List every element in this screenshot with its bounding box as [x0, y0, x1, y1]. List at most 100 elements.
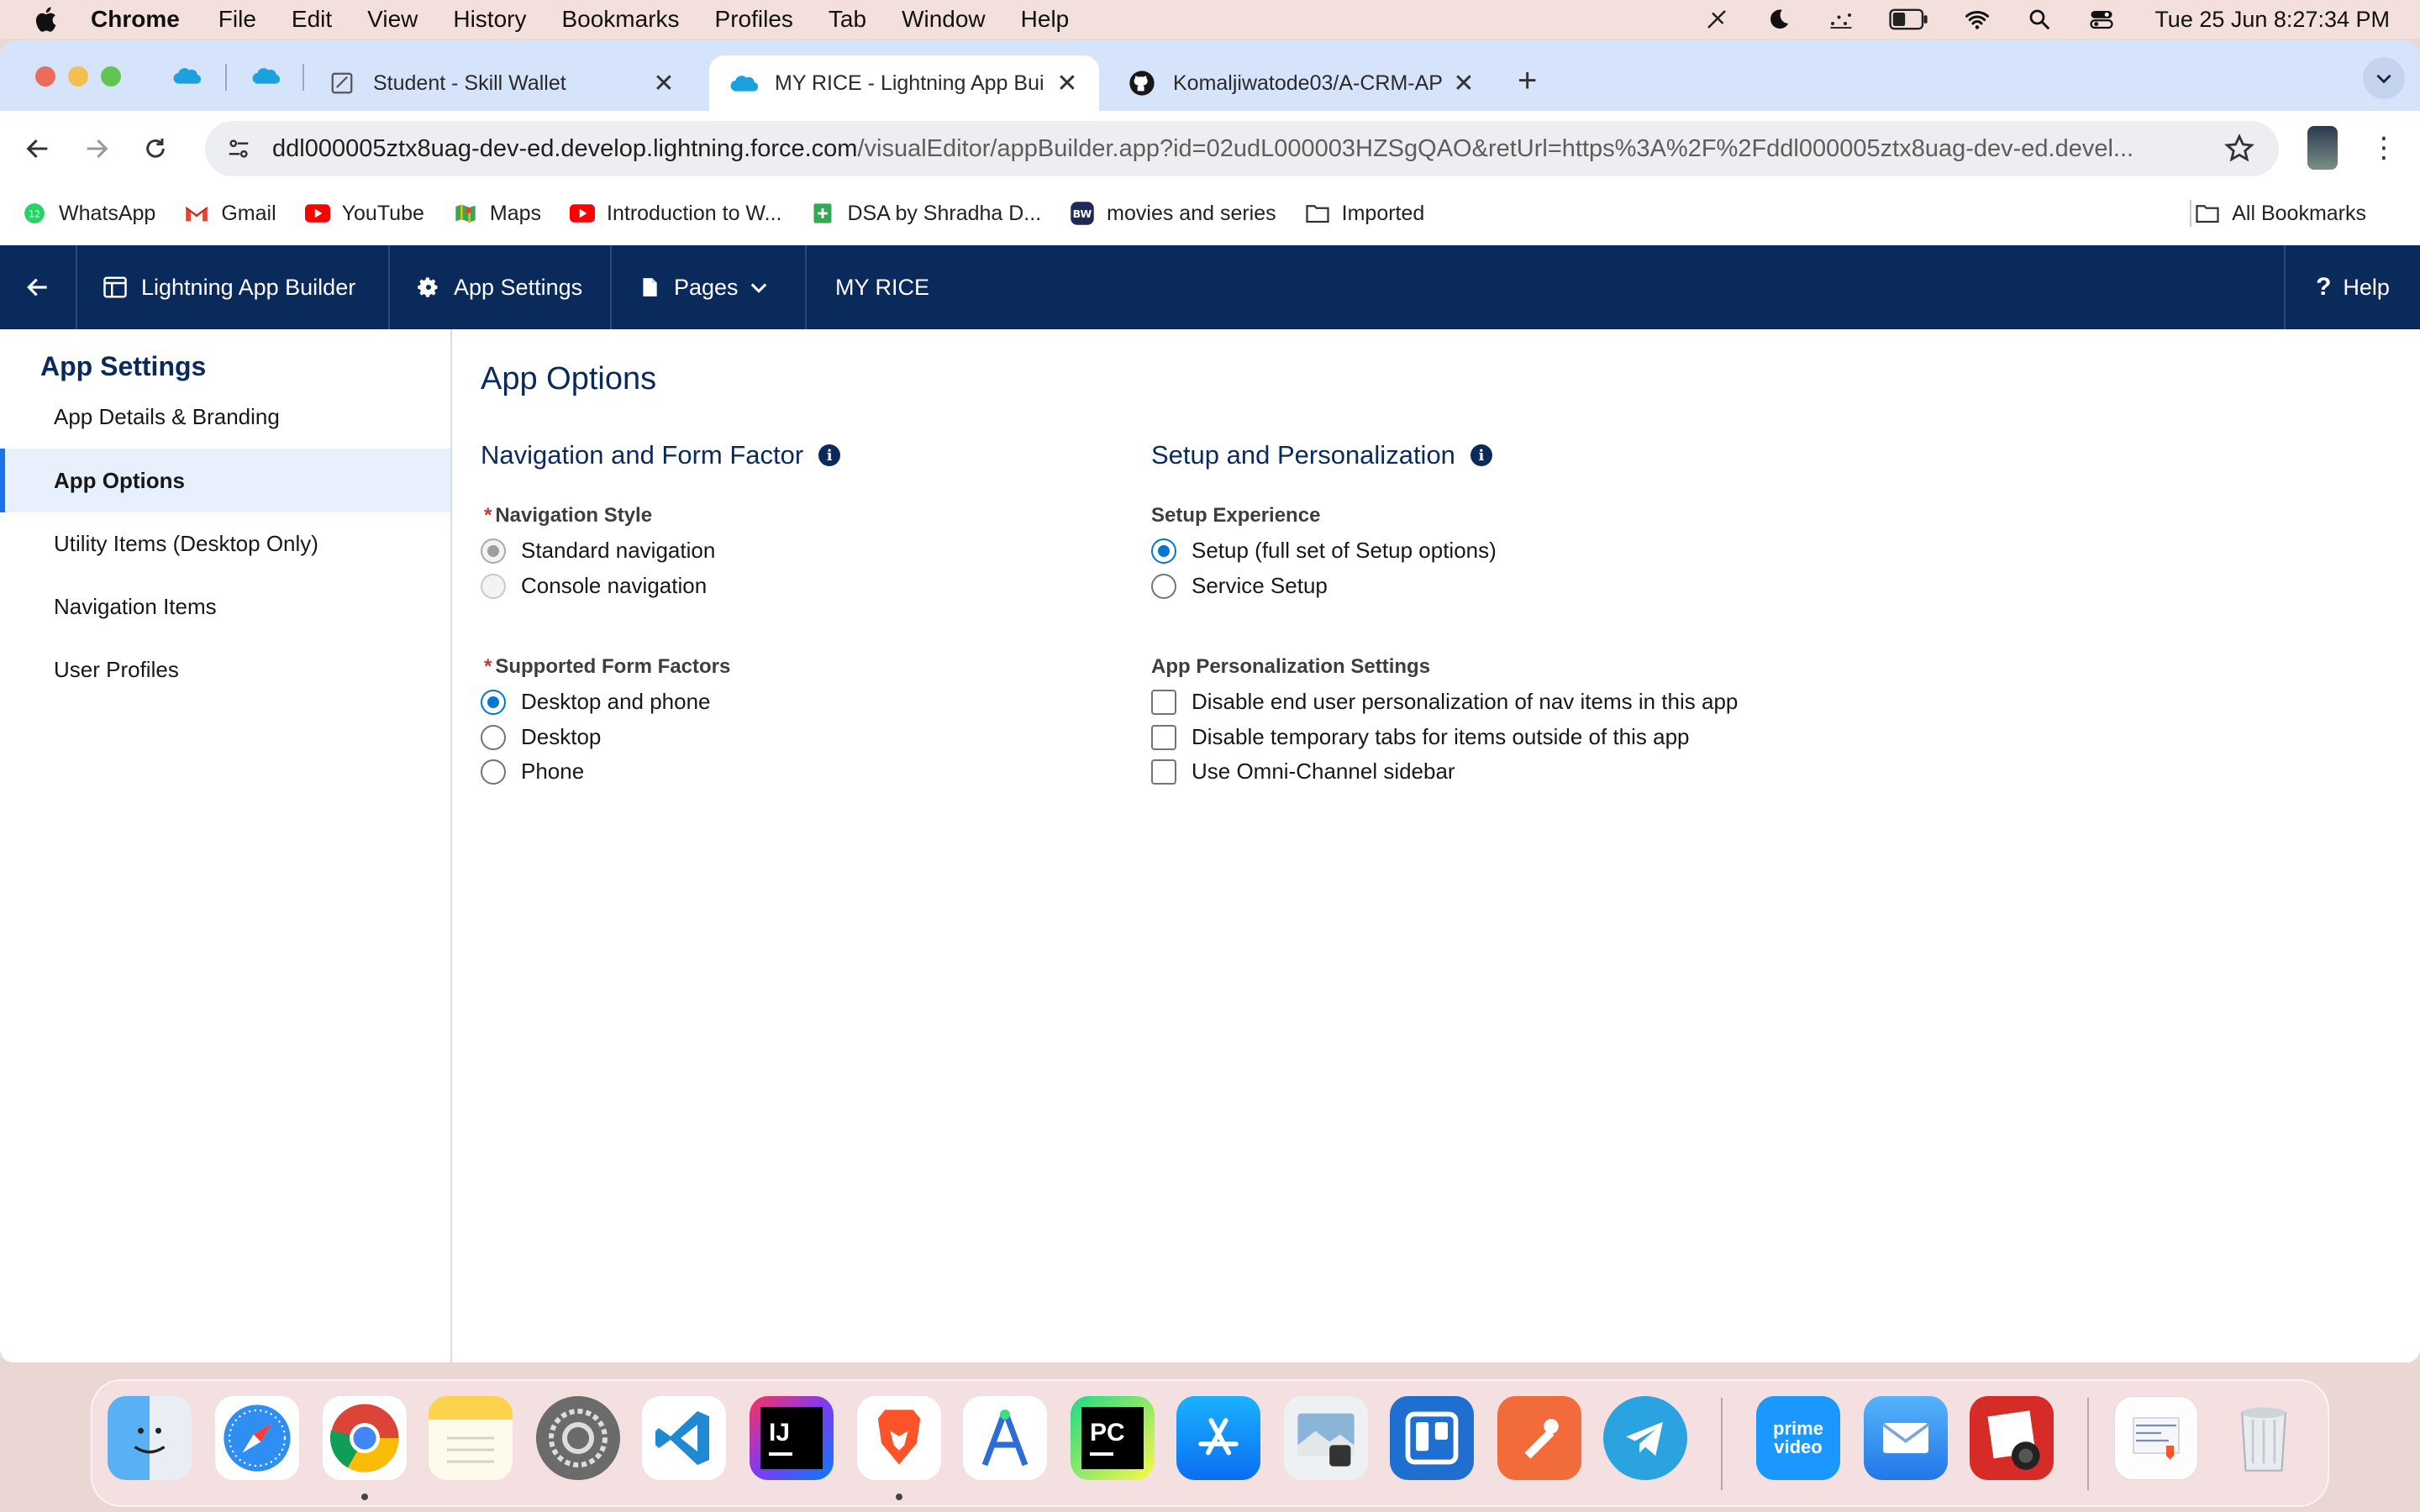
dock-vscode-icon[interactable] [642, 1396, 726, 1480]
bookmark-introduction[interactable]: Introduction to W... [570, 201, 781, 226]
info-icon[interactable]: i [818, 444, 841, 466]
bookmark-movies[interactable]: BW movies and series [1070, 201, 1276, 226]
address-bar[interactable]: ddl000005ztx8uag-dev-ed.develop.lightnin… [205, 121, 2279, 176]
tab-close-icon[interactable]: ✕ [1055, 69, 1079, 98]
checkbox-disable-temporary-tabs[interactable]: Disable temporary tabs for items outside… [1151, 724, 1690, 750]
checkbox-disable-nav-personalization[interactable]: Disable end user personalization of nav … [1151, 689, 1738, 715]
tab-search-button[interactable] [2363, 57, 2405, 99]
control-center-icon[interactable] [2087, 7, 2116, 32]
menu-view[interactable]: View [367, 6, 418, 33]
bookmark-youtube[interactable]: YouTube [304, 201, 424, 226]
radio-button[interactable] [1151, 573, 1176, 599]
dock-brave-icon[interactable] [857, 1396, 941, 1480]
checkbox[interactable] [1151, 724, 1176, 750]
radio-console-navigation[interactable]: Console navigation [481, 573, 707, 599]
dock-safari-icon[interactable] [215, 1396, 299, 1480]
spotlight-search-icon[interactable] [2025, 7, 2054, 32]
menu-help[interactable]: Help [1021, 6, 1070, 33]
close-window-button[interactable] [35, 66, 55, 87]
dock-trello-icon[interactable] [1390, 1396, 1474, 1480]
radio-button[interactable] [1151, 538, 1176, 564]
back-button[interactable] [17, 128, 59, 170]
dock-mail-icon[interactable] [1864, 1396, 1948, 1480]
dock-finder-icon[interactable] [108, 1396, 192, 1480]
menu-bookmarks[interactable]: Bookmarks [561, 6, 679, 33]
site-settings-icon[interactable] [222, 132, 255, 165]
dock-postman-icon[interactable] [1497, 1396, 1581, 1480]
radio-setup-full[interactable]: Setup (full set of Setup options) [1151, 538, 1497, 564]
checkbox-omni-channel-sidebar[interactable]: Use Omni-Channel sidebar [1151, 759, 1455, 785]
dock-preview-icon[interactable] [1284, 1396, 1368, 1480]
tab-my-rice-app-builder[interactable]: MY RICE - Lightning App Builder ✕ [709, 55, 1099, 111]
tab-github-repo[interactable]: Komaljiwatode03/A-CRM-API ✕ [1107, 55, 1496, 111]
dock-system-settings-icon[interactable] [536, 1396, 620, 1480]
checkbox[interactable] [1151, 759, 1176, 785]
bookmark-dsa[interactable]: DSA by Shradha D... [810, 201, 1041, 226]
radio-button[interactable] [481, 724, 506, 750]
pages-dropdown[interactable]: Pages [612, 245, 807, 329]
menubar-clock[interactable]: Tue 25 Jun 8:27:34 PM [2154, 7, 2390, 33]
sidebar-item-app-details[interactable]: App Details & Branding [0, 385, 450, 449]
minimize-window-button[interactable] [68, 66, 88, 87]
lightning-app-builder-title[interactable]: Lightning App Builder [77, 245, 390, 329]
sidebar-item-navigation-items[interactable]: Navigation Items [0, 575, 450, 638]
pen-slash-icon[interactable] [1702, 7, 1731, 32]
dock-notes-icon[interactable] [429, 1396, 513, 1480]
pinned-tab-salesforce-2[interactable] [249, 59, 282, 92]
bookmark-maps[interactable]: Maps [453, 201, 541, 226]
radio-service-setup[interactable]: Service Setup [1151, 573, 1328, 599]
checkbox[interactable] [1151, 689, 1176, 715]
chrome-menu-icon[interactable]: ⋮ [2370, 126, 2398, 170]
dock-chrome-icon[interactable] [323, 1396, 407, 1480]
dock-app-store-icon[interactable] [1176, 1396, 1260, 1480]
tab-close-icon[interactable]: ✕ [652, 69, 676, 98]
radio-phone[interactable]: Phone [481, 759, 584, 785]
menu-file[interactable]: File [218, 6, 256, 33]
all-bookmarks-folder[interactable]: All Bookmarks [2195, 190, 2366, 237]
sidebar-item-user-profiles[interactable]: User Profiles [0, 638, 450, 701]
radio-desktop[interactable]: Desktop [481, 724, 601, 750]
dock-trash-icon[interactable] [2222, 1396, 2306, 1480]
menu-edit[interactable]: Edit [292, 6, 332, 33]
radio-button[interactable] [481, 689, 506, 715]
maximize-window-button[interactable] [101, 66, 121, 87]
radio-standard-navigation[interactable]: Standard navigation [481, 538, 715, 564]
forward-button[interactable] [76, 128, 118, 170]
menu-tab[interactable]: Tab [829, 6, 866, 33]
bookmark-folder-imported[interactable]: Imported [1305, 201, 1424, 226]
moon-icon[interactable] [1765, 7, 1793, 32]
battery-icon[interactable] [1889, 7, 1929, 32]
dock-photo-booth-icon[interactable] [1970, 1396, 2054, 1480]
sidebar-item-app-options[interactable]: App Options [0, 449, 450, 512]
menu-app-name[interactable]: Chrome [91, 6, 180, 33]
menu-window[interactable]: Window [902, 6, 986, 33]
info-icon[interactable]: i [1470, 444, 1492, 466]
dock-telegram-icon[interactable] [1603, 1396, 1687, 1480]
radio-button[interactable] [481, 538, 506, 564]
dock-android-studio-icon[interactable] [963, 1396, 1047, 1480]
radio-button[interactable] [481, 573, 506, 599]
reload-button[interactable] [134, 128, 176, 170]
pinned-tab-salesforce-1[interactable] [170, 59, 203, 92]
help-button[interactable]: ? Help [2284, 245, 2420, 329]
radio-desktop-and-phone[interactable]: Desktop and phone [481, 689, 711, 715]
bookmark-star-icon[interactable] [2223, 133, 2255, 171]
back-to-setup-button[interactable] [0, 245, 77, 329]
dock-downloads-stack-icon[interactable] [2114, 1396, 2198, 1480]
menu-profiles[interactable]: Profiles [715, 6, 793, 33]
tab-student-skill-wallet[interactable]: Student - Skill Wallet ✕ [308, 55, 696, 111]
dock-prime-video-icon[interactable]: prime video [1756, 1396, 1840, 1480]
radio-button[interactable] [481, 759, 506, 785]
bookmark-whatsapp[interactable]: 12 WhatsApp [22, 201, 155, 226]
bookmark-gmail[interactable]: Gmail [184, 201, 276, 226]
dock-pycharm-icon[interactable]: PC [1071, 1396, 1155, 1480]
profile-avatar[interactable] [2307, 126, 2338, 170]
dock-intellij-icon[interactable]: IJ [750, 1396, 834, 1480]
sound-dots-icon[interactable] [1827, 7, 1855, 32]
new-tab-button[interactable]: + [1518, 62, 1537, 100]
apple-logo-icon[interactable] [32, 4, 62, 34]
app-settings-button[interactable]: App Settings [390, 245, 612, 329]
wifi-icon[interactable] [1963, 7, 1991, 32]
menu-history[interactable]: History [453, 6, 526, 33]
sidebar-item-utility-items[interactable]: Utility Items (Desktop Only) [0, 512, 450, 575]
